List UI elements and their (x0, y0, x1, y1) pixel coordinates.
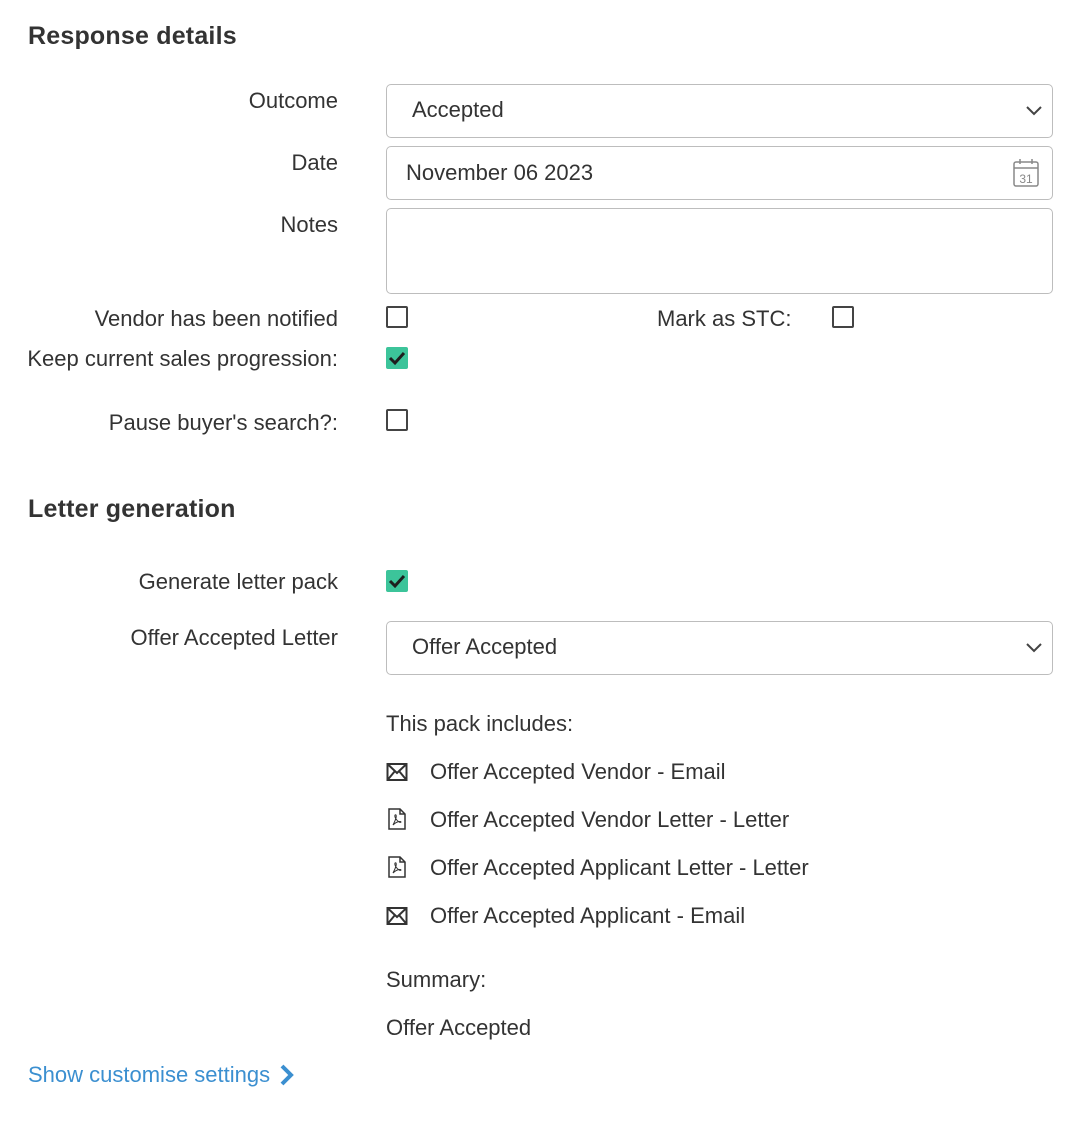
show-customise-settings-label: Show customise settings (28, 1062, 271, 1087)
pdf-icon (388, 808, 406, 830)
outcome-select[interactable]: Accepted (386, 84, 1053, 138)
date-field[interactable]: November 06 2023 31 (386, 146, 1053, 200)
pause-search-checkbox[interactable] (386, 409, 408, 431)
vendor-notified-checkbox[interactable] (386, 306, 408, 328)
calendar-icon[interactable]: 31 (1012, 158, 1040, 188)
envelope-icon (386, 763, 408, 781)
checkmark-icon (388, 351, 406, 366)
offer-letter-select[interactable]: Offer Accepted (386, 621, 1053, 675)
letter-generation-heading: Letter generation (28, 495, 236, 523)
outcome-value: Accepted (412, 97, 504, 122)
generate-pack-label: Generate letter pack (138, 569, 338, 594)
pack-item: Offer Accepted Applicant - Email (430, 903, 746, 928)
pdf-icon (388, 856, 406, 878)
svg-text:31: 31 (1019, 172, 1033, 186)
mark-stc-label: Mark as STC: (657, 306, 792, 331)
chevron-right-icon (280, 1064, 294, 1086)
generate-pack-checkbox[interactable] (386, 570, 408, 592)
chevron-down-icon (1026, 106, 1042, 116)
outcome-label: Outcome (248, 88, 338, 113)
show-customise-settings-link[interactable]: Show customise settings (28, 1062, 296, 1088)
offer-letter-label: Offer Accepted Letter (130, 625, 339, 650)
keep-progression-label: Keep current sales progression: (27, 346, 338, 371)
date-label: Date (291, 150, 338, 175)
response-details-heading: Response details (28, 22, 237, 50)
notes-label: Notes (280, 212, 338, 237)
pause-search-label: Pause buyer's search?: (108, 410, 338, 435)
notes-textarea[interactable] (386, 208, 1053, 294)
summary-value: Offer Accepted (386, 1015, 532, 1040)
date-value: November 06 2023 (406, 160, 594, 185)
mark-stc-checkbox[interactable] (832, 306, 854, 328)
pack-item: Offer Accepted Applicant Letter - Letter (430, 855, 809, 880)
pack-item: Offer Accepted Vendor Letter - Letter (430, 807, 790, 832)
keep-progression-checkbox[interactable] (386, 347, 408, 369)
summary-label: Summary: (386, 967, 487, 992)
vendor-notified-label: Vendor has been notified (94, 306, 338, 331)
pack-item: Offer Accepted Vendor - Email (430, 759, 726, 784)
checkmark-icon (388, 574, 406, 589)
offer-letter-value: Offer Accepted (412, 634, 558, 659)
pack-includes-label: This pack includes: (386, 711, 574, 736)
chevron-down-icon (1026, 643, 1042, 653)
envelope-icon (386, 907, 408, 925)
